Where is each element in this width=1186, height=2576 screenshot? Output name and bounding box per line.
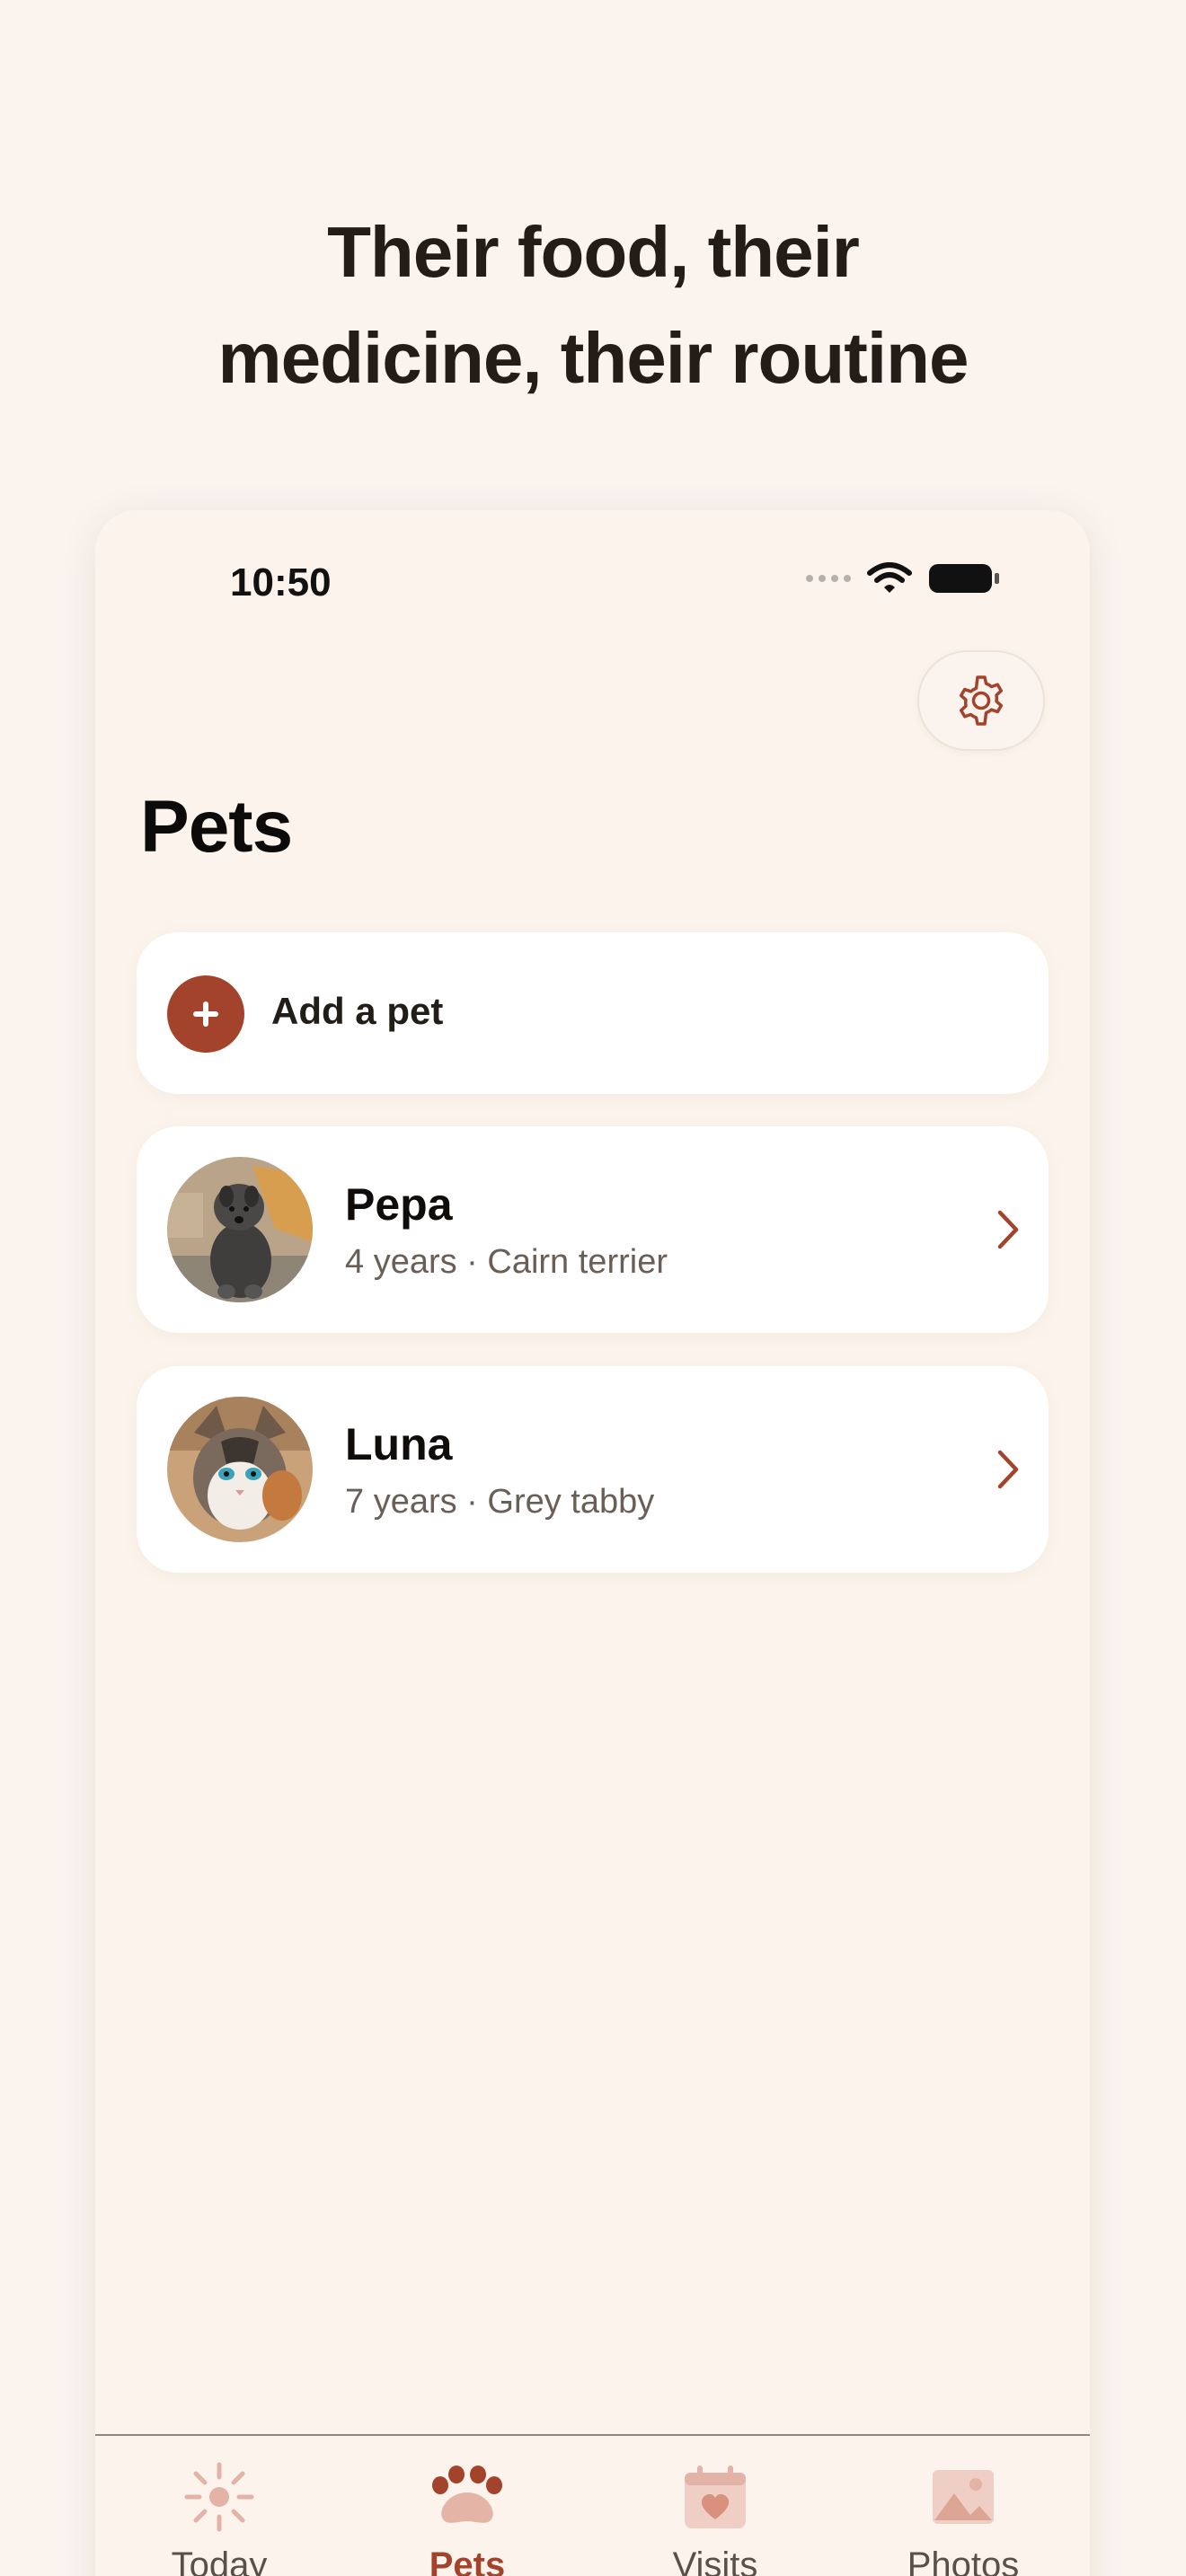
- pet-row-luna[interactable]: Luna 7 years · Grey tabby: [137, 1366, 1049, 1573]
- plus-icon: [167, 975, 244, 1053]
- tab-label: Photos: [907, 2545, 1020, 2576]
- chevron-right-icon: [997, 1210, 1019, 1249]
- phone-screen: 10:50 Pets Add a pet Pepa 4 years · Cair…: [95, 510, 1090, 2576]
- dog-avatar: [167, 1157, 313, 1302]
- pet-row-pepa[interactable]: Pepa 4 years · Cairn terrier: [137, 1126, 1049, 1333]
- tab-label: Today: [171, 2545, 268, 2576]
- tab-visits[interactable]: Visits: [591, 2436, 839, 2576]
- tab-photos[interactable]: Photos: [839, 2436, 1087, 2576]
- add-pet-button[interactable]: Add a pet: [137, 932, 1049, 1094]
- cat-avatar: [167, 1397, 313, 1542]
- tab-label: Pets: [429, 2545, 506, 2576]
- status-time: 10:50: [230, 560, 332, 604]
- page-title: Pets: [140, 786, 293, 868]
- tab-pets[interactable]: Pets: [343, 2436, 591, 2576]
- tab-today[interactable]: Today: [95, 2436, 343, 2576]
- battery-icon: [929, 564, 999, 593]
- headline-line-1: Their food, their: [327, 212, 860, 292]
- pet-name: Pepa: [345, 1179, 453, 1230]
- pet-details: 7 years · Grey tabby: [345, 1483, 655, 1521]
- pet-name: Luna: [345, 1419, 453, 1469]
- tab-label: Visits: [672, 2545, 758, 2576]
- sun-icon: [184, 2462, 254, 2532]
- paw-icon: [432, 2466, 502, 2523]
- marketing-headline: Their food, their medicine, their routin…: [0, 199, 1186, 411]
- status-icons: [806, 562, 1000, 595]
- settings-button[interactable]: [917, 650, 1045, 751]
- pet-details: 4 years · Cairn terrier: [345, 1243, 668, 1281]
- chevron-right-icon: [997, 1450, 1019, 1489]
- headline-line-2: medicine, their routine: [217, 318, 969, 398]
- add-pet-label: Add a pet: [271, 990, 444, 1032]
- image-icon: [933, 2470, 994, 2524]
- cellular-signal-icon: [806, 575, 851, 582]
- calendar-heart-icon: [685, 2466, 746, 2528]
- wifi-icon: [867, 562, 912, 593]
- tab-bar: Today Pets Visits Photos: [95, 2434, 1090, 2576]
- gear-icon: [959, 675, 1004, 726]
